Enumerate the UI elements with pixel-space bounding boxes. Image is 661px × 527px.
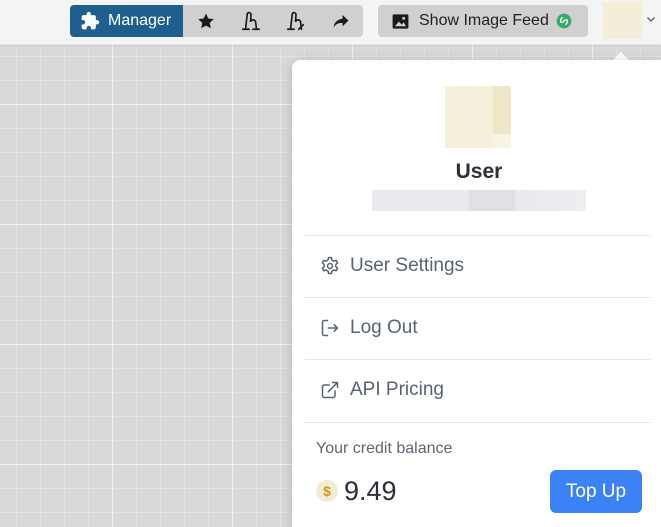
log-out-item[interactable]: Log Out	[305, 298, 651, 358]
link-badge-icon	[556, 13, 572, 29]
divider	[305, 422, 651, 423]
user-dropdown: User User Settings Log Out API Pricing Y…	[292, 60, 661, 527]
user-avatar-button[interactable]	[603, 2, 642, 39]
star-icon	[197, 13, 214, 29]
show-image-feed-button[interactable]: Show Image Feed	[378, 5, 588, 37]
logout-icon	[321, 319, 339, 337]
feed-label: Show Image Feed	[419, 12, 549, 29]
user-name: User	[455, 160, 503, 183]
api-pricing-item[interactable]: API Pricing	[305, 360, 651, 420]
share-button[interactable]	[318, 5, 364, 37]
manager-label: Manager	[108, 12, 172, 29]
profile-avatar	[445, 86, 511, 148]
chevron-down-icon	[646, 16, 656, 23]
snowflake-b-icon	[241, 11, 260, 31]
user-settings-label: User Settings	[350, 255, 465, 276]
dollar-coin-icon: $	[316, 480, 338, 502]
snowflake-b-button[interactable]	[228, 5, 274, 37]
snowflake-c-icon	[286, 11, 304, 31]
puzzle-icon	[81, 11, 100, 30]
user-settings-item[interactable]: User Settings	[305, 236, 651, 296]
favorite-button[interactable]	[183, 5, 229, 37]
top-toolbar: Manager Show Image Feed	[0, 0, 661, 45]
user-menu-toggle[interactable]	[644, 12, 658, 26]
log-out-label: Log Out	[350, 317, 418, 338]
credit-balance-value: 9.49	[344, 476, 397, 506]
external-link-icon	[321, 381, 339, 399]
image-icon	[392, 13, 409, 29]
gear-icon	[321, 256, 339, 275]
user-email-redacted	[372, 190, 586, 211]
snowflake-c-button[interactable]	[273, 5, 319, 37]
toolbar-button-group: Manager	[70, 5, 364, 37]
api-pricing-label: API Pricing	[350, 379, 444, 400]
top-up-button[interactable]: Top Up	[550, 470, 642, 513]
credit-balance-label: Your credit balance	[316, 440, 453, 457]
share-arrow-icon	[333, 15, 349, 28]
manager-button[interactable]: Manager	[70, 5, 184, 37]
